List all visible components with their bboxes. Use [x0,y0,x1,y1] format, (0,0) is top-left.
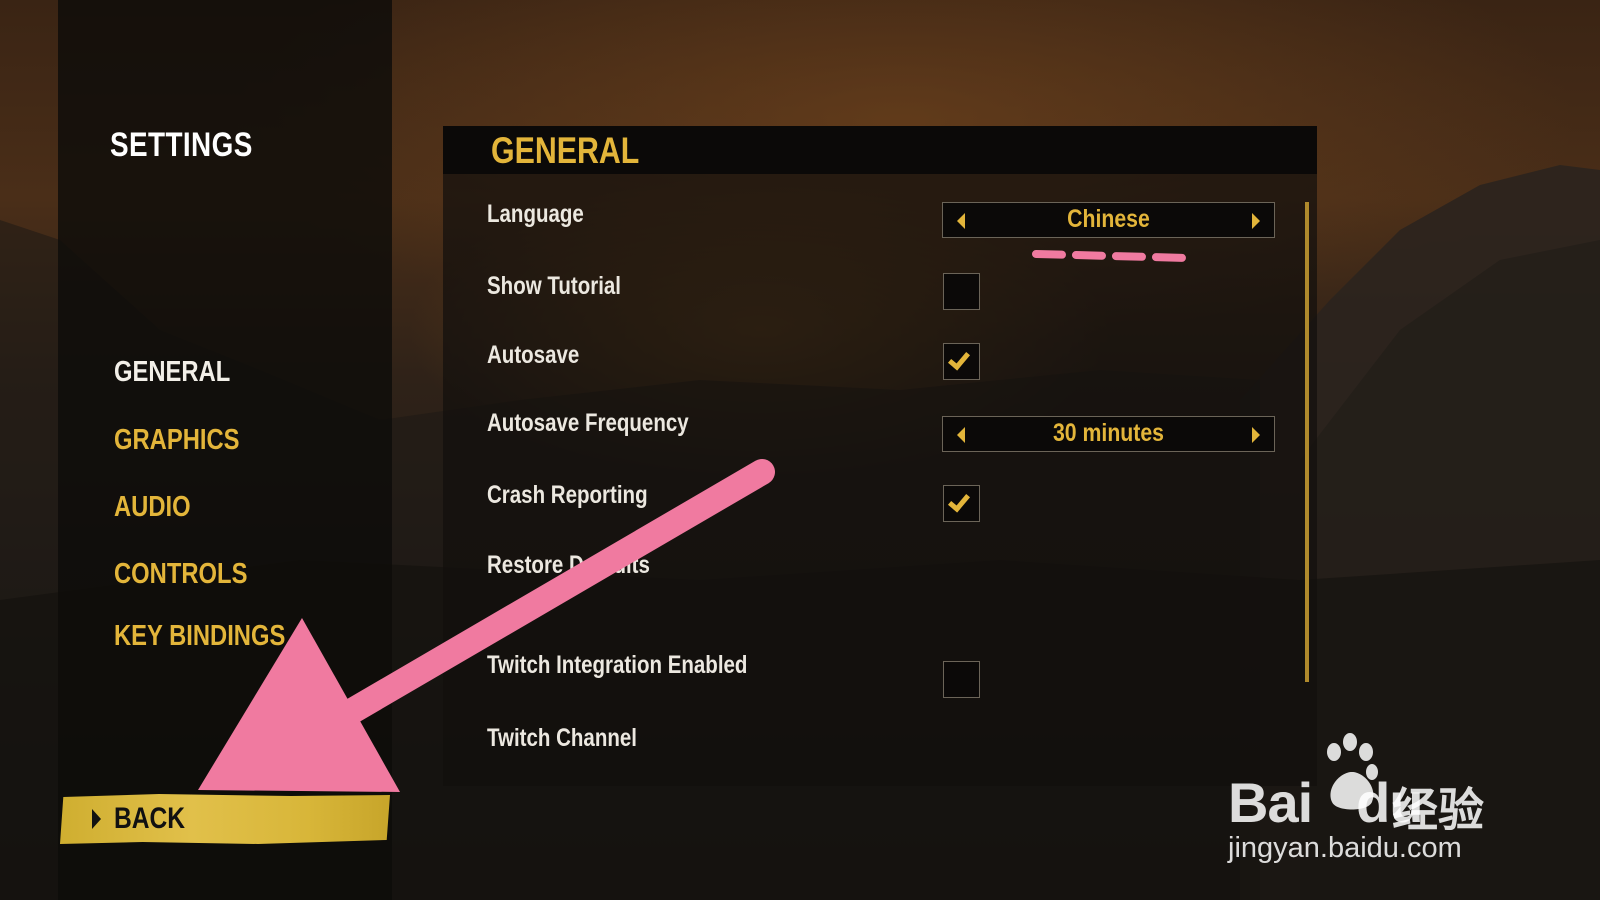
baidu-jingyan-watermark: Bai du 经验 jingyan.baidu.com [1228,732,1528,872]
jingyan-url: jingyan.baidu.com [1228,832,1462,864]
jingyan-text: 经验 [1392,784,1484,836]
baidu-paw-icon [1327,733,1378,810]
